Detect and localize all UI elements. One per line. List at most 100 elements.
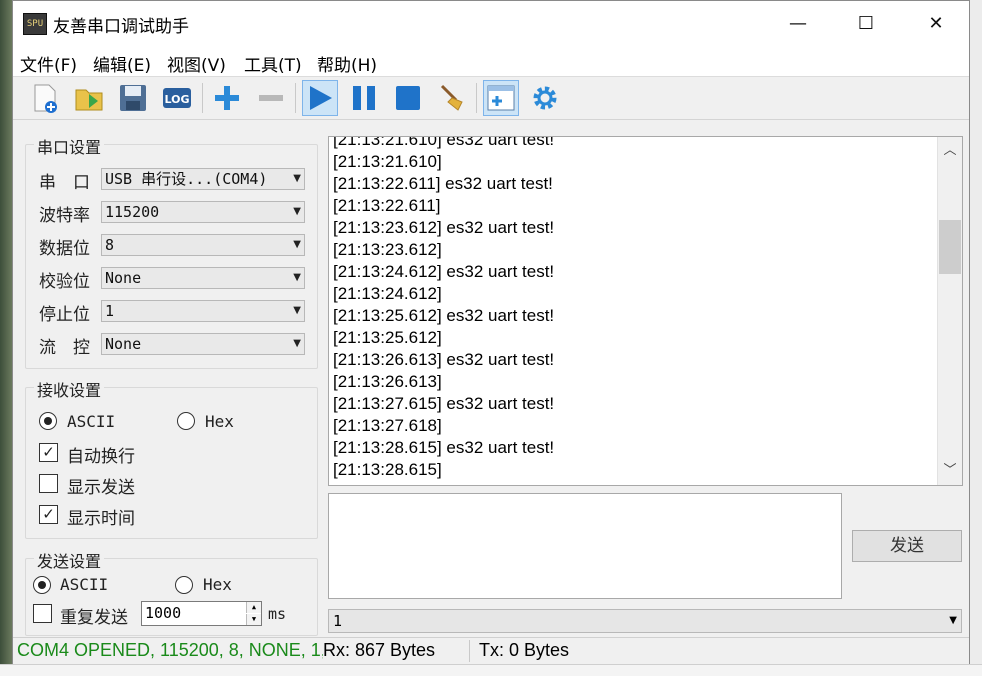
serial-settings-title: 串口设置 xyxy=(34,134,105,158)
receive-hex-label: Hex xyxy=(205,412,234,431)
log-icon[interactable]: LOG xyxy=(159,80,195,116)
toolbar-separator xyxy=(295,83,296,113)
port-value: USB 串行设...(COM4) xyxy=(105,170,268,188)
new-file-icon[interactable] xyxy=(27,80,63,116)
close-button[interactable]: ✕ xyxy=(913,1,959,46)
menu-bar: 文件(F) 编辑(E) 视图(V) 工具(T) 帮助(H) xyxy=(13,46,969,77)
chevron-down-icon: ▼ xyxy=(293,173,301,184)
log-scrollbar[interactable]: ︿ ﹀ xyxy=(937,137,962,485)
scroll-down-icon[interactable]: ﹀ xyxy=(938,459,962,483)
receive-settings-title: 接收设置 xyxy=(34,377,105,401)
stopbits-select[interactable]: 1 ▼ xyxy=(101,300,305,322)
menu-edit[interactable]: 编辑(E) xyxy=(93,51,151,76)
stopbits-label: 停止位 xyxy=(39,305,90,325)
parity-value: None xyxy=(105,269,142,287)
receive-ascii-radio[interactable] xyxy=(39,412,57,430)
menu-help[interactable]: 帮助(H) xyxy=(317,51,377,76)
title-bar: SPU 友善串口调试助手 — ☐ ✕ xyxy=(13,1,969,46)
send-hex-radio[interactable] xyxy=(175,576,193,594)
baud-label: 波特率 xyxy=(39,206,90,226)
interval-unit: ms xyxy=(268,605,287,623)
send-ascii-label: ASCII xyxy=(60,575,109,594)
log-lines: [21:13:21.610] es32 uart test! [21:13:21.… xyxy=(333,136,555,481)
add-icon[interactable] xyxy=(209,80,245,116)
app-window: SPU 友善串口调试助手 — ☐ ✕ 文件(F) 编辑(E) 视图(V) 工具(… xyxy=(12,0,970,664)
toolbar-separator xyxy=(476,83,477,113)
log-line: [21:13:23.612] es32 uart test! xyxy=(333,218,555,237)
log-line: [21:13:21.610] xyxy=(333,152,442,171)
log-line: [21:13:22.611] es32 uart test! xyxy=(333,174,553,193)
status-bar: COM4 OPENED, 115200, 8, NONE, 1, OFF Rx:… xyxy=(13,637,969,664)
baud-value: 115200 xyxy=(105,203,160,221)
send-hex-label: Hex xyxy=(203,575,232,594)
port-select[interactable]: USB 串行设...(COM4) ▼ xyxy=(101,168,305,190)
show-send-checkbox[interactable] xyxy=(39,474,58,493)
auto-wrap-checkbox[interactable]: ✓ xyxy=(39,443,58,462)
receive-ascii-label: ASCII xyxy=(67,412,116,431)
menu-file[interactable]: 文件(F) xyxy=(20,51,77,76)
receive-log[interactable]: [21:13:21.610] es32 uart test! [21:13:21.… xyxy=(328,136,963,486)
chevron-down-icon: ▼ xyxy=(293,239,301,250)
menu-tools[interactable]: 工具(T) xyxy=(244,51,302,76)
minimize-button[interactable]: — xyxy=(775,1,821,46)
app-icon: SPU xyxy=(23,13,47,35)
show-time-checkbox[interactable]: ✓ xyxy=(39,505,58,524)
send-ascii-radio[interactable] xyxy=(33,576,51,594)
send-button[interactable]: 发送 xyxy=(852,530,962,562)
window-add-icon[interactable] xyxy=(483,80,519,116)
repeat-send-label: 重复发送 xyxy=(60,608,128,628)
gear-icon[interactable] xyxy=(527,80,563,116)
log-line: [21:13:21.610] es32 uart test! xyxy=(333,136,555,149)
tx-count: Tx: 0 Bytes xyxy=(479,640,570,660)
spin-down-icon[interactable]: ▼ xyxy=(246,614,261,625)
log-line: [21:13:25.612] xyxy=(333,328,442,347)
log-line: [21:13:28.615] es32 uart test! xyxy=(333,438,555,457)
menu-view[interactable]: 视图(V) xyxy=(167,51,226,76)
send-input[interactable] xyxy=(328,493,842,599)
maximize-button[interactable]: ☐ xyxy=(843,1,889,46)
remove-icon[interactable] xyxy=(253,80,289,116)
log-line: [21:13:24.612] xyxy=(333,284,442,303)
stopbits-value: 1 xyxy=(105,302,115,320)
send-history-value: 1 xyxy=(333,612,343,630)
spin-up-icon[interactable]: ▲ xyxy=(246,602,261,613)
show-send-label: 显示发送 xyxy=(67,478,135,498)
flow-select[interactable]: None ▼ xyxy=(101,333,305,355)
log-line: [21:13:26.613] es32 uart test! xyxy=(333,350,555,369)
flow-value: None xyxy=(105,335,142,353)
connection-status: COM4 OPENED, 115200, 8, NONE, 1, OFF xyxy=(17,640,367,660)
log-line: [21:13:25.612] es32 uart test! xyxy=(333,306,555,325)
databits-value: 8 xyxy=(105,236,115,254)
log-line: [21:13:23.612] xyxy=(333,240,442,259)
rx-count: Rx: 867 Bytes xyxy=(323,640,436,661)
desktop-bottom-strip xyxy=(0,664,982,676)
receive-hex-radio[interactable] xyxy=(177,412,195,430)
databits-label: 数据位 xyxy=(39,239,90,259)
status-divider xyxy=(469,640,470,662)
log-line: [21:13:26.613] xyxy=(333,372,442,391)
repeat-send-checkbox[interactable] xyxy=(33,604,52,623)
baud-select[interactable]: 115200 ▼ xyxy=(101,201,305,223)
log-icon-label: LOG xyxy=(165,93,190,106)
interval-spinbox[interactable]: 1000 ▲ ▼ xyxy=(141,601,262,626)
log-line: [21:13:24.612] es32 uart test! xyxy=(333,262,555,281)
port-label: 串 口 xyxy=(39,173,90,193)
chevron-down-icon: ▼ xyxy=(293,305,301,316)
send-history-select[interactable]: 1 ▼ xyxy=(328,609,962,633)
chevron-down-icon: ▼ xyxy=(293,206,301,217)
scroll-thumb[interactable] xyxy=(939,220,961,274)
play-icon[interactable] xyxy=(302,80,338,116)
open-folder-icon[interactable] xyxy=(71,80,107,116)
save-icon[interactable] xyxy=(115,80,151,116)
databits-select[interactable]: 8 ▼ xyxy=(101,234,305,256)
window-title: 友善串口调试助手 xyxy=(53,17,189,37)
pause-icon[interactable] xyxy=(346,80,382,116)
toolbar-separator xyxy=(202,83,203,113)
log-line: [21:13:27.615] es32 uart test! xyxy=(333,394,555,413)
parity-select[interactable]: None ▼ xyxy=(101,267,305,289)
broom-icon[interactable] xyxy=(434,80,470,116)
desktop-right-strip xyxy=(970,0,982,675)
chevron-down-icon: ▼ xyxy=(293,338,301,349)
scroll-up-icon[interactable]: ︿ xyxy=(938,139,962,163)
stop-icon[interactable] xyxy=(390,80,426,116)
